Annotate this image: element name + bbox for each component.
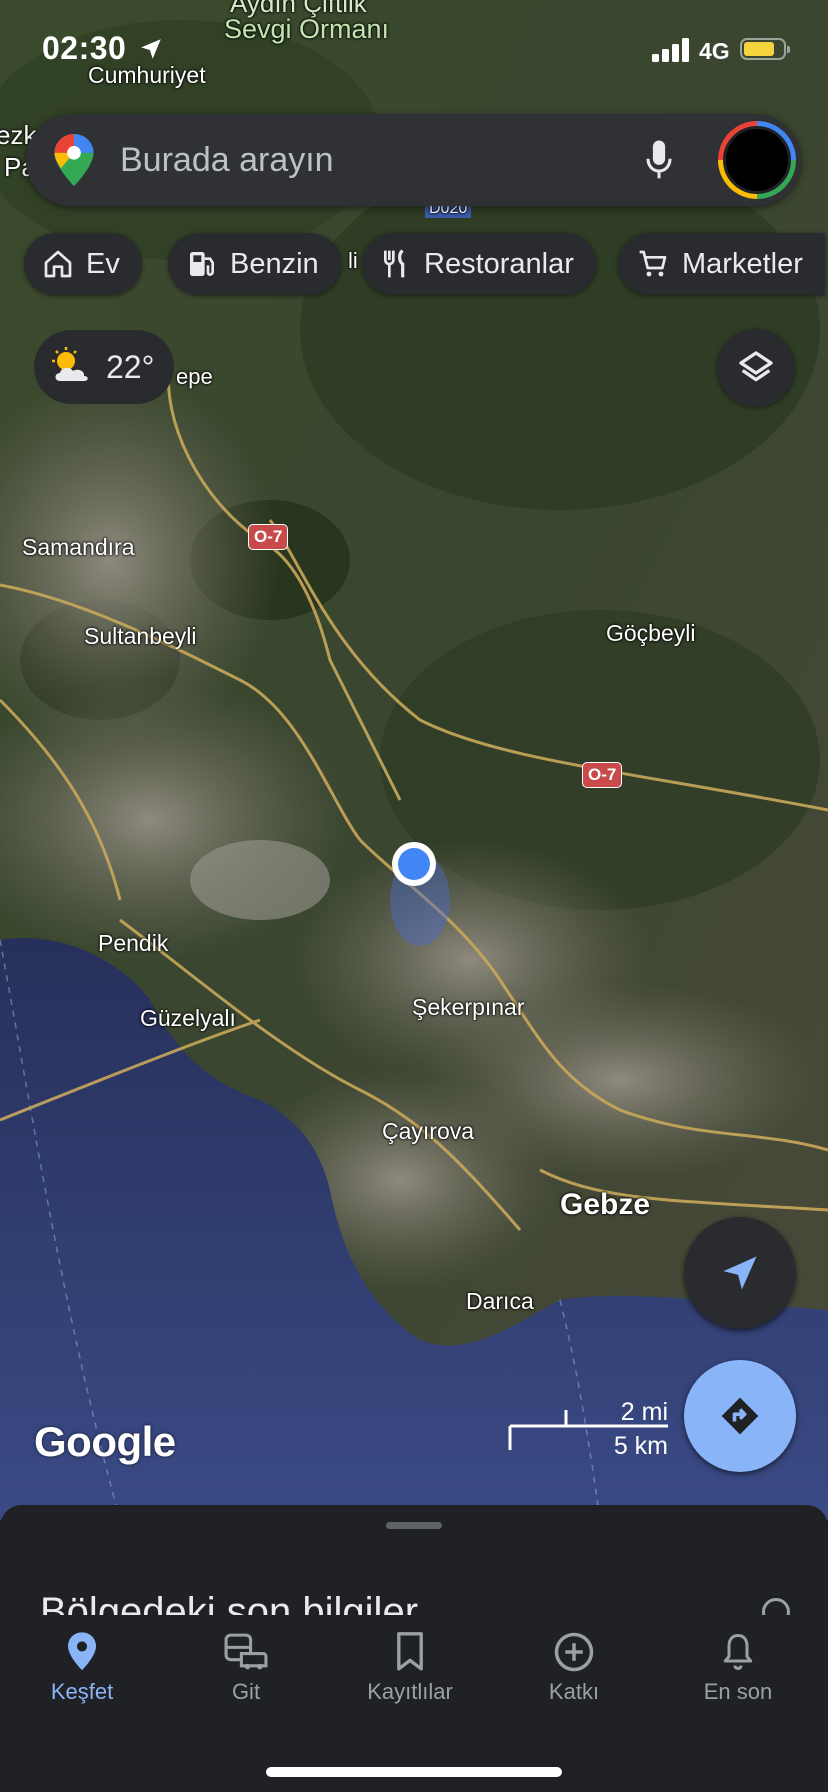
chip-restaurants[interactable]: Restoranlar	[362, 233, 596, 295]
layers-icon	[739, 351, 773, 382]
nav-commute[interactable]: Git	[164, 1615, 328, 1735]
my-location-button[interactable]	[684, 1217, 796, 1329]
nav-saved[interactable]: Kayıtlılar	[328, 1615, 492, 1735]
scale-imperial: 2 mi	[620, 1398, 668, 1426]
weather-chip[interactable]: 22°	[34, 330, 174, 404]
chip-label: Restoranlar	[424, 247, 574, 280]
search-bar[interactable]: Burada arayın	[26, 114, 801, 206]
bell-icon	[723, 1634, 753, 1671]
battery-icon	[740, 38, 790, 60]
mic-icon[interactable]	[644, 138, 674, 182]
map-label-guzelyali[interactable]: Güzelyalı	[140, 1005, 236, 1032]
map-label-sekerpinar[interactable]: Şekerpınar	[412, 994, 525, 1021]
chip-home[interactable]: Ev	[24, 233, 142, 295]
map-label-sultanbeyli[interactable]: Sultanbeyli	[84, 623, 197, 650]
directions-button[interactable]	[684, 1360, 796, 1472]
explore-pin-icon	[68, 1632, 96, 1671]
nav-updates[interactable]: En son	[656, 1615, 820, 1735]
map-label-gebze[interactable]: Gebze	[560, 1188, 650, 1222]
location-arrow-icon	[141, 39, 161, 59]
layers-button[interactable]	[717, 329, 795, 407]
home-icon	[44, 250, 72, 278]
map-scale: 2 mi 5 km	[508, 1398, 668, 1460]
sheet-drag-handle[interactable]	[386, 1522, 442, 1529]
map-label-partial-tepe: epe	[176, 364, 213, 389]
bottom-navigation: Keşfet Git Kayıtlılar Katkı En son	[0, 1615, 828, 1792]
status-bar: 02:30 4G	[0, 0, 828, 100]
network-type: 4G	[699, 38, 730, 64]
add-circle-icon	[554, 1632, 594, 1672]
my-location-icon	[723, 1256, 757, 1290]
home-indicator[interactable]	[266, 1767, 562, 1777]
chip-markets[interactable]: Marketler	[618, 233, 825, 295]
scale-metric: 5 km	[613, 1432, 668, 1460]
account-avatar[interactable]	[718, 121, 796, 199]
google-attribution: Google	[34, 1418, 176, 1465]
info-icon[interactable]	[762, 1598, 790, 1615]
gas-station-icon	[190, 252, 214, 277]
search-input[interactable]: Burada arayın	[120, 141, 334, 180]
map-label-darica[interactable]: Darıca	[466, 1288, 534, 1315]
chip-gas[interactable]: Benzin	[168, 233, 341, 295]
commute-icon	[224, 1633, 268, 1670]
map-label-gocbeyli[interactable]: Göçbeyli	[606, 620, 695, 647]
status-time: 02:30	[42, 30, 127, 66]
nav-contribute[interactable]: Katkı	[492, 1615, 656, 1735]
chip-label: Marketler	[682, 247, 803, 280]
nav-label: Keşfet	[50, 1679, 114, 1704]
map-label-cayirova[interactable]: Çayırova	[382, 1118, 474, 1145]
chip-label: Benzin	[230, 247, 319, 280]
partly-cloudy-icon	[52, 347, 88, 381]
maps-pin-icon	[54, 134, 94, 186]
map-label-partial-li: li	[348, 248, 358, 273]
map-label-samandira[interactable]: Samandıra	[22, 534, 135, 561]
shopping-cart-icon	[639, 250, 667, 277]
nav-label: Git	[231, 1679, 261, 1704]
nav-label: Katkı	[548, 1679, 600, 1704]
nav-explore[interactable]: Keşfet	[0, 1615, 164, 1735]
chip-label: Ev	[86, 247, 120, 280]
signal-icon	[652, 38, 689, 62]
sheet-title: Bölgedeki son bilgiler	[40, 1590, 419, 1615]
nav-label: Kayıtlılar	[367, 1679, 453, 1704]
map-label-pendik[interactable]: Pendik	[98, 930, 168, 957]
road-shield-o7: O-7	[248, 524, 289, 550]
road-shield-o7: O-7	[582, 762, 623, 788]
directions-icon	[721, 1397, 759, 1435]
bottom-sheet[interactable]: Bölgedeki son bilgiler	[0, 1505, 828, 1615]
bookmark-icon	[397, 1632, 423, 1671]
restaurant-icon	[384, 249, 405, 278]
nav-label: En son	[703, 1679, 773, 1704]
weather-temperature: 22°	[106, 348, 155, 385]
